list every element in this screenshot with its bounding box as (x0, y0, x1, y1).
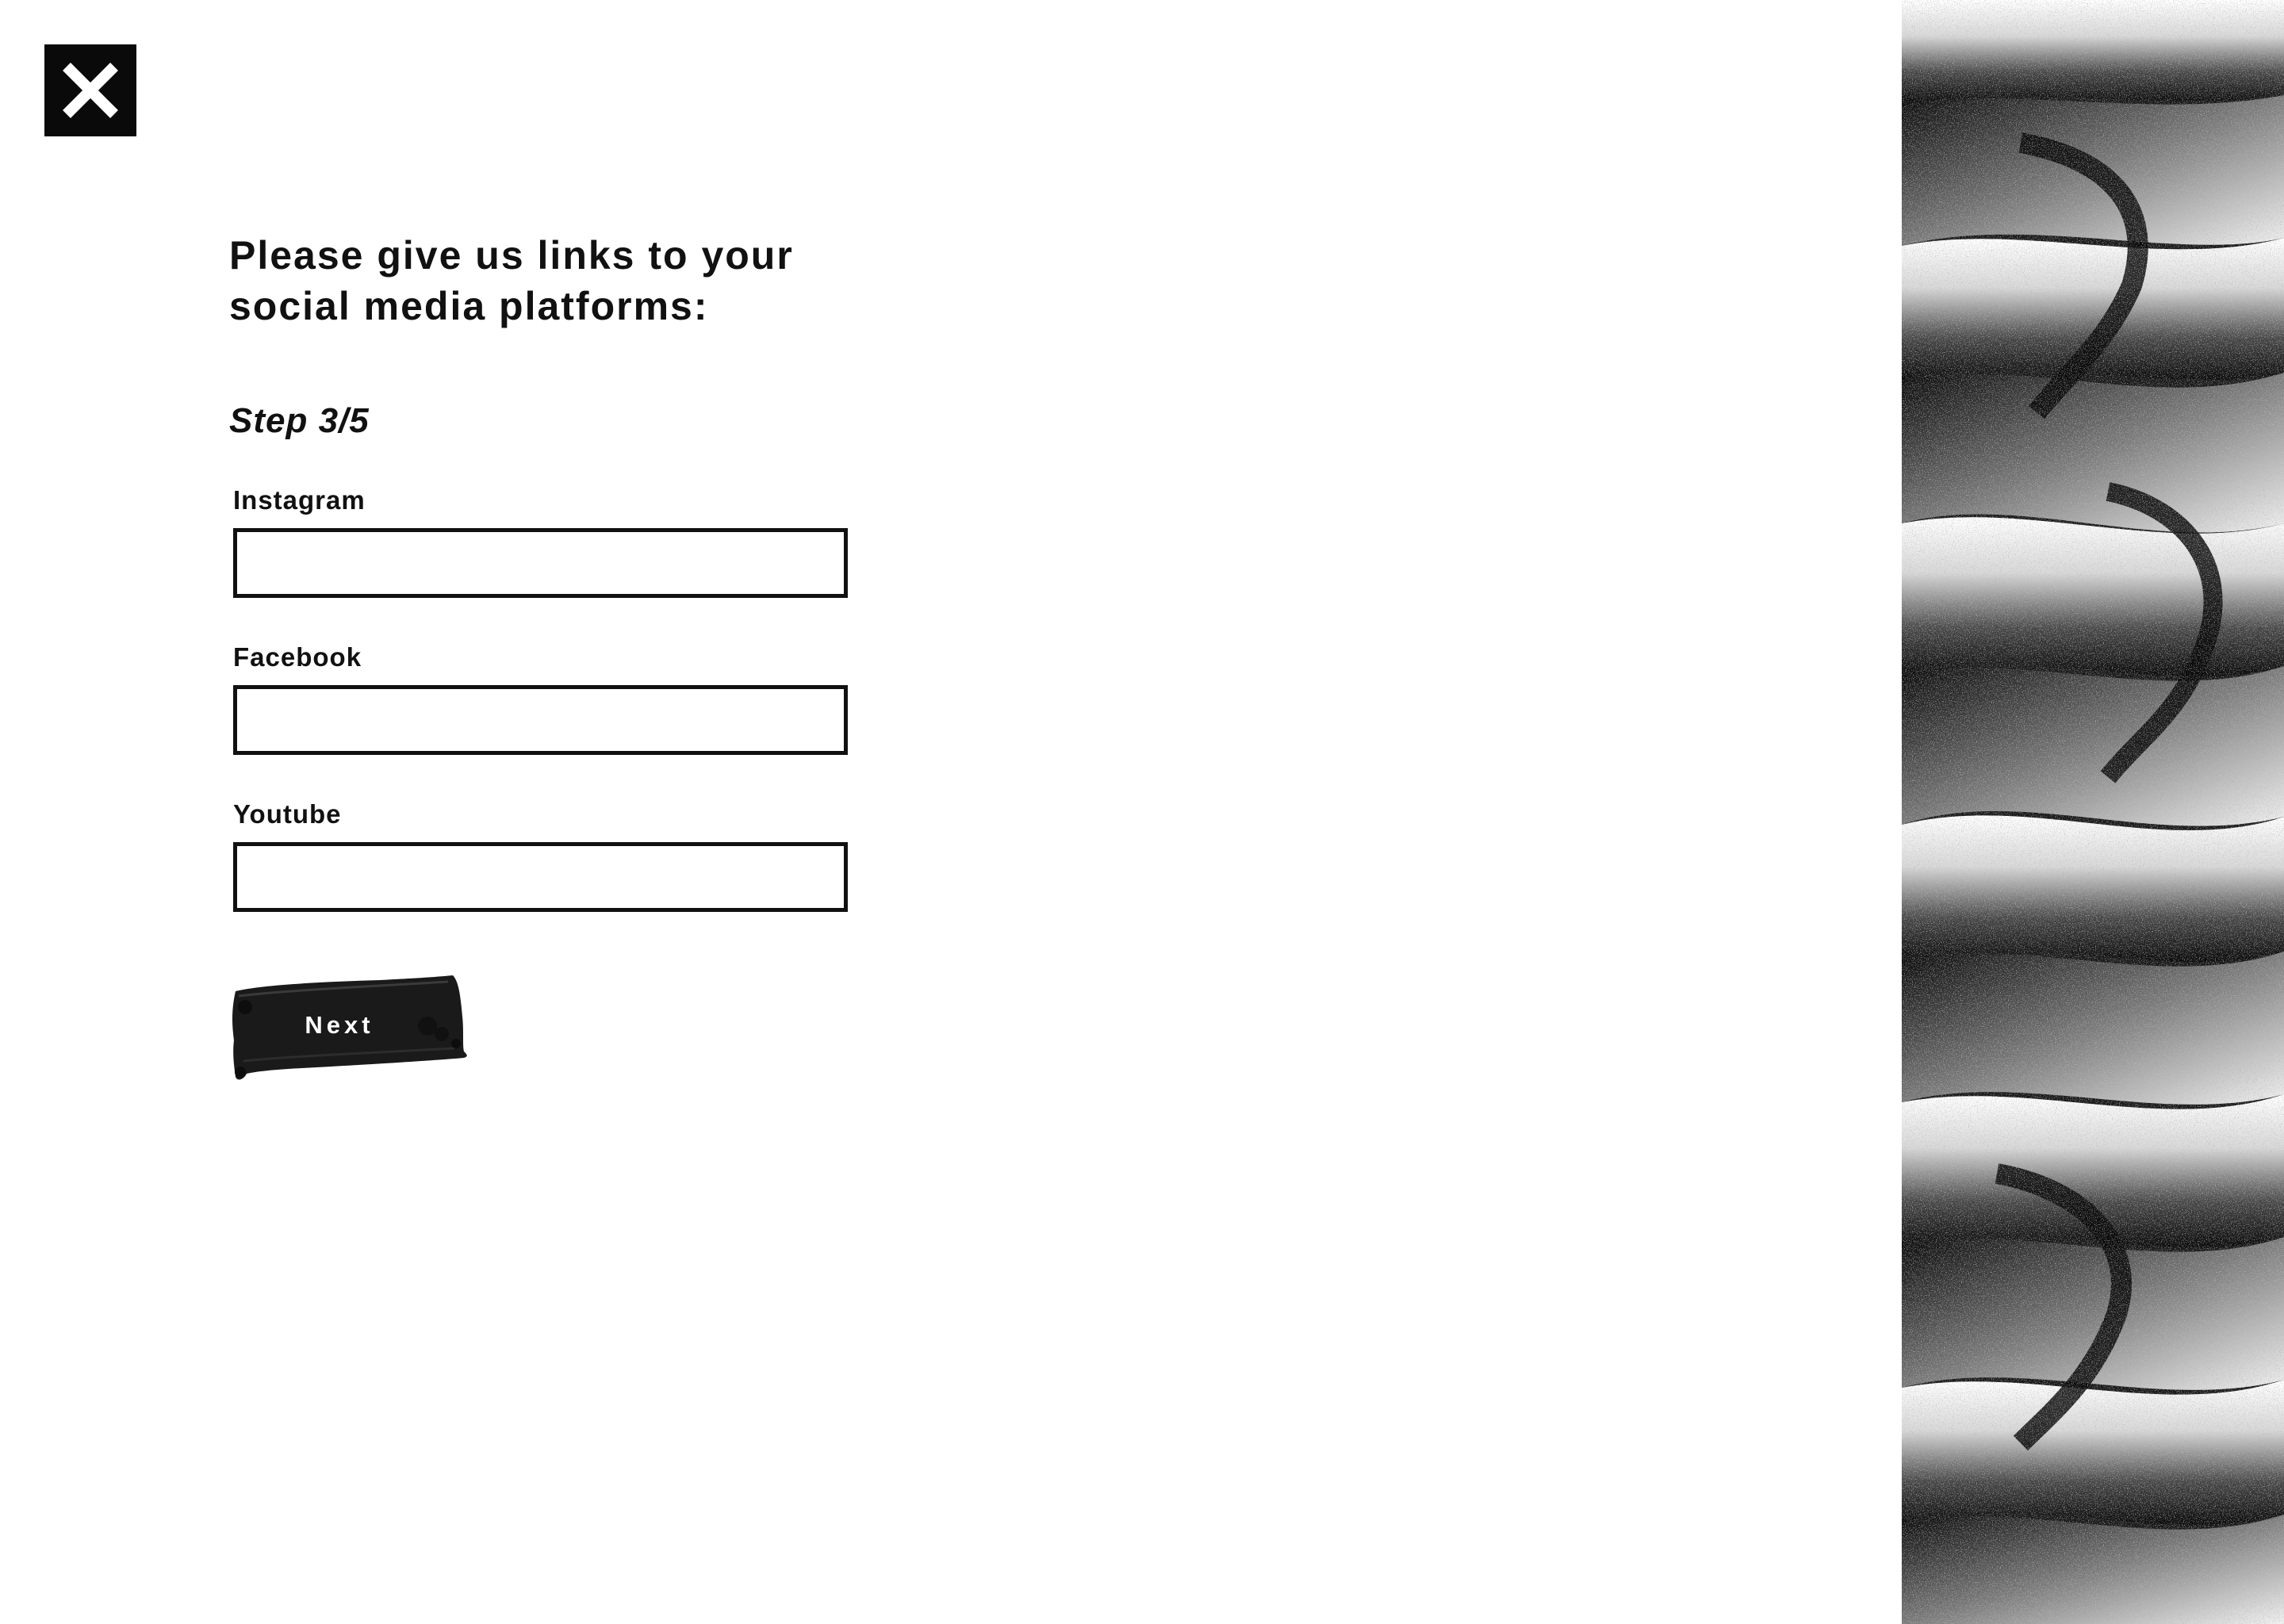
facebook-field-group: Facebook (233, 642, 1022, 755)
social-links-step-page: Please give us links to your social medi… (0, 0, 2284, 1624)
instagram-input[interactable] (233, 528, 848, 598)
facebook-input[interactable] (233, 685, 848, 755)
next-button-label: Next (305, 1011, 374, 1039)
social-links-form: Please give us links to your social medi… (229, 230, 1022, 956)
stippled-brushstroke-artwork (1902, 0, 2284, 1624)
page-title: Please give us links to your social medi… (229, 233, 794, 328)
instagram-label: Instagram (233, 485, 366, 515)
next-button[interactable]: Next (229, 967, 467, 1083)
instagram-field-group: Instagram (233, 485, 1022, 598)
field-list: Instagram Facebook Youtube (233, 485, 1022, 912)
youtube-field-group: Youtube (233, 799, 1022, 912)
youtube-input[interactable] (233, 842, 848, 912)
close-button[interactable] (44, 44, 136, 136)
step-indicator: Step 3/5 (229, 401, 370, 440)
facebook-label: Facebook (233, 642, 362, 672)
decorative-artwork-panel (1902, 0, 2284, 1624)
close-icon (59, 59, 122, 122)
youtube-label: Youtube (233, 799, 342, 829)
